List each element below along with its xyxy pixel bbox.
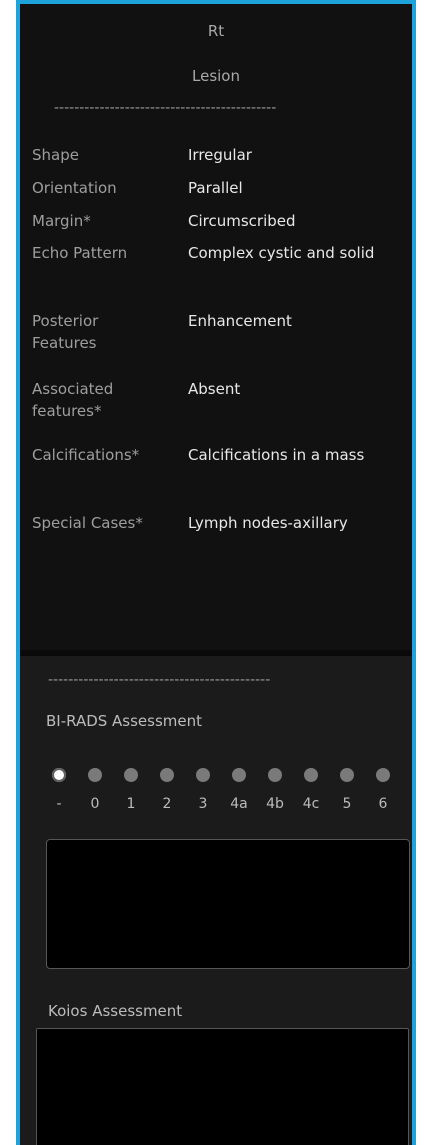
birads-radio-3[interactable] bbox=[196, 768, 210, 782]
birads-option-label: 5 bbox=[342, 796, 352, 812]
birads-option-label: 1 bbox=[126, 796, 136, 812]
birads-option-label: 4a bbox=[230, 796, 248, 812]
field-label: Shape bbox=[32, 146, 79, 164]
birads-option-label: 6 bbox=[378, 796, 388, 812]
field-row-special-cases: Special Cases* Lymph nodes-axillary bbox=[32, 512, 402, 534]
field-value[interactable]: Enhancement bbox=[188, 310, 378, 332]
birads-radio-0[interactable] bbox=[88, 768, 102, 782]
birads-radio-2[interactable] bbox=[160, 768, 174, 782]
field-label: Orientation bbox=[32, 179, 117, 197]
birads-option-label: 4b bbox=[266, 796, 284, 812]
assessment-divider: ----------------------------------------… bbox=[48, 672, 271, 688]
field-label: Associated features* bbox=[32, 380, 114, 420]
birads-radio-5[interactable] bbox=[340, 768, 354, 782]
field-value[interactable]: Complex cystic and solid bbox=[188, 242, 378, 264]
top-divider: ----------------------------------------… bbox=[54, 100, 277, 116]
field-label: Margin* bbox=[32, 212, 91, 230]
section-title: Lesion bbox=[192, 67, 240, 85]
birads-notes-textarea[interactable] bbox=[46, 839, 410, 969]
birads-radio-4a[interactable] bbox=[232, 768, 246, 782]
side-label: Rt bbox=[207, 22, 225, 40]
field-value[interactable]: Absent bbox=[188, 378, 378, 400]
birads-radio-1[interactable] bbox=[124, 768, 138, 782]
field-value[interactable]: Irregular bbox=[188, 144, 378, 166]
assessment-section: ----------------------------------------… bbox=[20, 656, 412, 1145]
field-label: Posterior Features bbox=[32, 312, 99, 352]
birads-option-label: 2 bbox=[162, 796, 172, 812]
field-value[interactable]: Lymph nodes-axillary bbox=[188, 512, 378, 534]
field-row-associated-features: Associated features* Absent bbox=[32, 378, 402, 422]
birads-option-label: 0 bbox=[90, 796, 100, 812]
field-row-echo-pattern: Echo Pattern Complex cystic and solid bbox=[32, 242, 402, 286]
field-value[interactable]: Calcifications in a mass bbox=[188, 444, 378, 466]
field-value[interactable]: Parallel bbox=[188, 177, 378, 199]
koios-title: Koios Assessment bbox=[48, 1002, 183, 1020]
field-row-shape: Shape Irregular bbox=[32, 144, 402, 166]
birads-option-label: 3 bbox=[198, 796, 208, 812]
birads-radio-dash[interactable] bbox=[52, 768, 66, 782]
field-row-margin: Margin* Circumscribed bbox=[32, 210, 402, 232]
birads-radio-6[interactable] bbox=[376, 768, 390, 782]
field-row-calcifications: Calcifications* Calcifications in a mass bbox=[32, 444, 402, 488]
field-row-orientation: Orientation Parallel bbox=[32, 177, 402, 199]
koios-notes-textarea[interactable] bbox=[36, 1028, 409, 1145]
birads-title: BI-RADS Assessment bbox=[46, 712, 203, 730]
field-label: Calcifications* bbox=[32, 446, 140, 464]
field-label: Echo Pattern bbox=[32, 244, 128, 262]
birads-option-labels: - 0 1 2 3 4a 4b 4c 5 6 bbox=[20, 796, 412, 816]
birads-radio-group[interactable] bbox=[20, 768, 412, 784]
birads-radio-4c[interactable] bbox=[304, 768, 318, 782]
lesion-report-panel: Rt Lesion ------------------------------… bbox=[16, 0, 416, 1145]
field-row-posterior-features: Posterior Features Enhancement bbox=[32, 310, 402, 354]
birads-option-label: 4c bbox=[302, 796, 320, 812]
birads-option-label: - bbox=[56, 796, 62, 812]
field-value[interactable]: Circumscribed bbox=[188, 210, 378, 232]
field-label: Special Cases* bbox=[32, 514, 143, 532]
birads-radio-4b[interactable] bbox=[268, 768, 282, 782]
